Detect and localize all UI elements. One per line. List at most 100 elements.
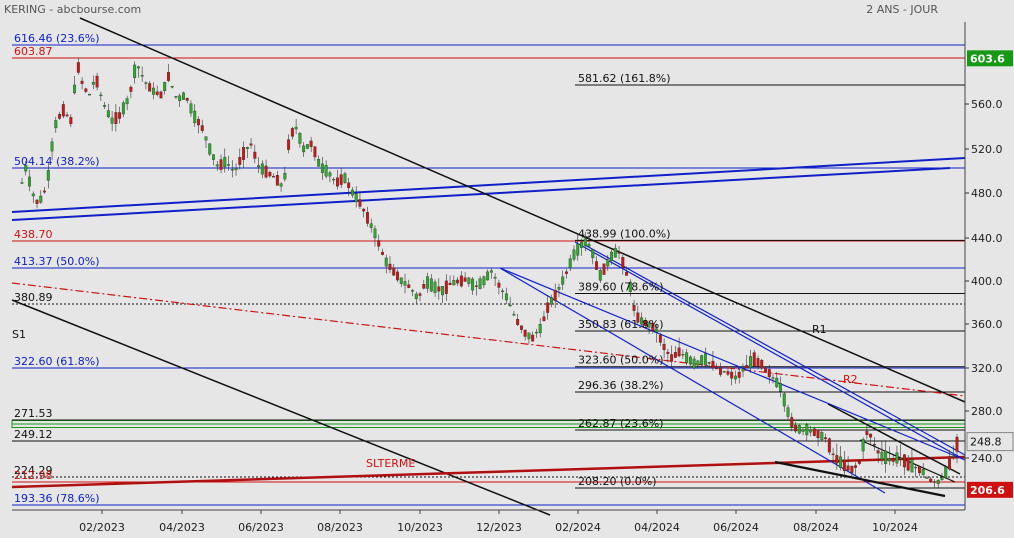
candle-body (290, 128, 294, 137)
x-tick-label-8: 06/2024 (713, 521, 759, 534)
candle-body (197, 119, 200, 126)
candle-body (734, 375, 737, 380)
level-label-2: 504.14 (38.2%) (14, 155, 100, 168)
candle-body (531, 334, 535, 342)
candle-body (899, 458, 903, 460)
candle-body (88, 93, 92, 96)
candle-body (392, 267, 396, 276)
candle-body (917, 466, 921, 474)
candle-body (598, 270, 602, 281)
candle-body (129, 86, 133, 92)
candle-body (681, 353, 685, 356)
candle-body (324, 165, 328, 177)
candle-body (512, 314, 516, 316)
candle-body (955, 436, 959, 452)
candle-body (433, 281, 437, 293)
candle-body (474, 285, 478, 287)
candle-body (95, 75, 99, 88)
candle-body (80, 80, 84, 84)
candle-body (726, 371, 730, 375)
candle-body (106, 110, 110, 118)
candle-body (816, 429, 820, 439)
candle-body (632, 305, 636, 311)
x-tick-label-4: 10/2023 (397, 521, 443, 534)
candle-body (610, 251, 613, 261)
level-label-0: 616.46 (23.6%) (14, 32, 100, 45)
y-tick-label-2: 480.0 (971, 187, 1003, 200)
candle-body (249, 143, 253, 146)
candle-body (373, 228, 377, 239)
candle-body (362, 208, 366, 212)
annotation-r2: R2 (843, 373, 858, 386)
candle-body (617, 251, 621, 254)
candle-body (283, 172, 287, 180)
candle-body (350, 189, 354, 196)
y-tick-label-4: 400.0 (971, 275, 1003, 288)
candle-body (212, 154, 215, 160)
candle-body (54, 120, 58, 129)
candle-body (272, 176, 276, 178)
candle-body (437, 286, 441, 292)
candle-body (824, 437, 828, 440)
candle-body (730, 371, 734, 379)
candle-body (61, 104, 65, 117)
candle-body (35, 199, 39, 204)
candle-body (933, 481, 936, 483)
level-label-6: 322.60 (61.8%) (14, 355, 100, 368)
candle-body (328, 172, 332, 177)
candle-body (553, 290, 557, 301)
candle-body (302, 145, 306, 153)
candle-body (767, 369, 771, 378)
annotation-r1: R1 (812, 323, 827, 336)
candle-body (850, 465, 854, 473)
candle-body (347, 182, 351, 188)
low-price-text: 206.6 (970, 484, 1005, 497)
level-label-4: 413.37 (50.0%) (14, 255, 100, 268)
x-tick-label-10: 10/2024 (872, 521, 918, 534)
candle-body (444, 280, 448, 294)
candle-body (73, 84, 77, 94)
candle-body (193, 110, 197, 124)
candle-body (384, 257, 388, 267)
candle-body (377, 240, 381, 247)
candle-body (801, 429, 805, 432)
candle-body (880, 451, 884, 460)
x-tick-label-5: 12/2023 (476, 521, 522, 534)
candle-body (227, 164, 230, 166)
candle-body (204, 136, 208, 141)
candle-body (861, 438, 865, 452)
candle-body (343, 173, 347, 183)
candle-body (587, 243, 591, 247)
candle-body (670, 354, 674, 362)
candle-body (20, 182, 24, 184)
candle-body (722, 371, 726, 373)
candle-body (223, 156, 227, 168)
candle-body (242, 147, 245, 160)
candle-body (546, 302, 550, 313)
chart-title: KERING - abcbourse.com (4, 3, 142, 16)
candle-body (110, 117, 114, 124)
candle-body (914, 466, 918, 469)
candle-body (189, 103, 193, 114)
candle-body (298, 133, 302, 144)
candle-body (388, 263, 392, 270)
candle-body (43, 190, 46, 193)
candle-body (613, 247, 617, 258)
candle-body (523, 329, 527, 337)
max-price-text: 603.6 (970, 52, 1005, 65)
candle-body (602, 263, 606, 275)
candle-body (151, 87, 155, 95)
x-tick-label-2: 06/2023 (238, 521, 284, 534)
candle-body (786, 407, 790, 417)
candle-body (28, 176, 31, 187)
candle-body (144, 82, 148, 84)
candle-body (857, 461, 861, 464)
candle-body (921, 468, 925, 475)
candle-body (820, 432, 824, 440)
candle-body (426, 276, 429, 289)
candle-body (662, 343, 666, 350)
candle-body (136, 66, 140, 69)
candle-body (865, 431, 869, 435)
candle-body (215, 164, 219, 167)
candle-body (459, 275, 463, 287)
